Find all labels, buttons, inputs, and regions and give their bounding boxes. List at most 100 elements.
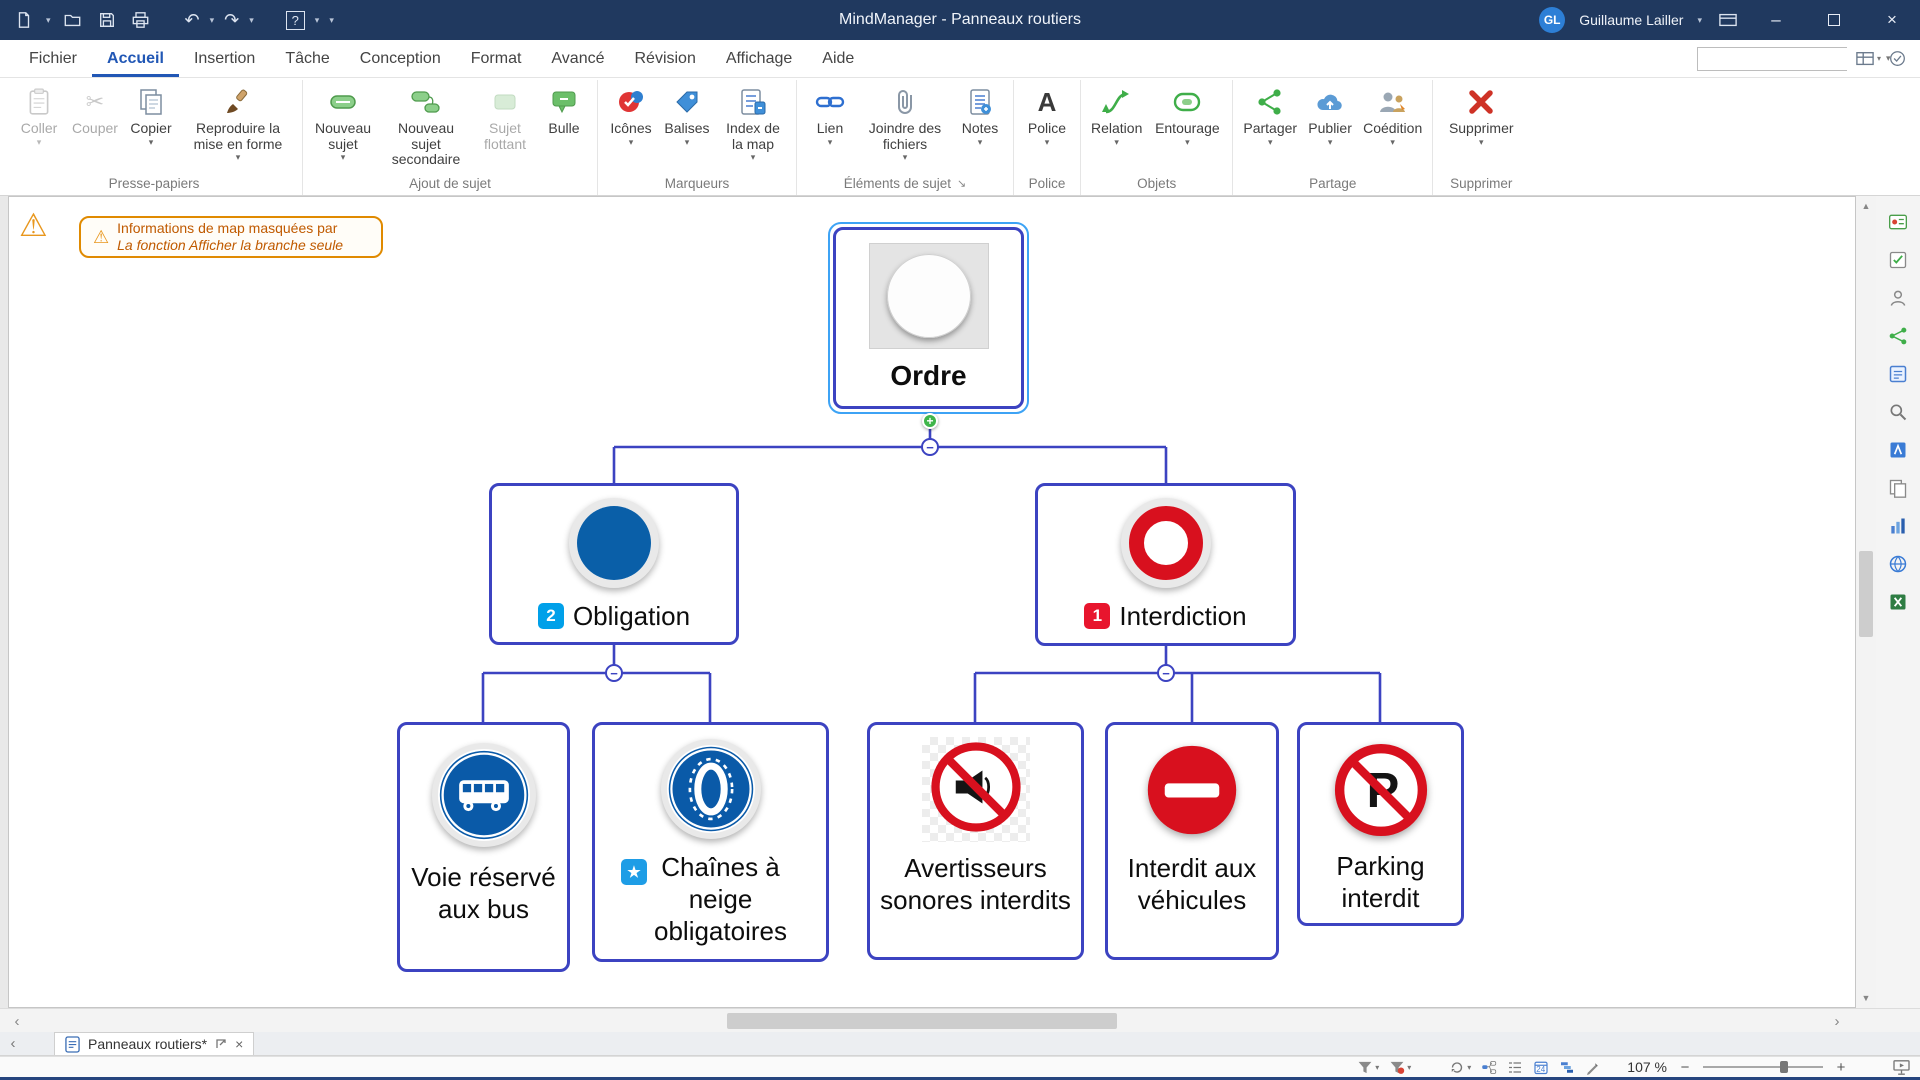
close-tab-icon[interactable]: ×: [235, 1036, 243, 1052]
map-view-icon[interactable]: [1481, 1060, 1497, 1075]
vertical-scroll-thumb[interactable]: [1859, 551, 1873, 637]
presentation-mode-icon[interactable]: [1893, 1060, 1910, 1075]
redo-icon[interactable]: ↷: [224, 11, 239, 29]
scroll-up-arrow[interactable]: ▲: [1856, 196, 1876, 216]
float-tab-icon[interactable]: [215, 1038, 227, 1050]
outline-view-icon[interactable]: [1507, 1060, 1523, 1075]
delete-button[interactable]: Supprimer ▾: [1438, 80, 1524, 173]
tab-aide[interactable]: Aide: [807, 40, 869, 77]
share-button[interactable]: Partager ▾: [1238, 80, 1302, 173]
topic-voie-bus[interactable]: Voie réservé aux bus: [397, 722, 570, 972]
zoom-out-button[interactable]: −: [1677, 1059, 1693, 1076]
new-topic-button[interactable]: Nouveau sujet ▾: [308, 80, 378, 173]
help-caret[interactable]: ▾: [315, 15, 320, 26]
scroll-down-arrow[interactable]: ▼: [1856, 988, 1876, 1008]
excel-export-icon[interactable]: [1885, 590, 1911, 614]
undo-icon[interactable]: ↶: [185, 11, 200, 29]
window-layout-icon[interactable]: ▾: [1855, 50, 1881, 68]
new-document-icon[interactable]: [12, 8, 36, 32]
priority-2-badge[interactable]: 2: [538, 603, 564, 629]
tab-accueil[interactable]: Accueil: [92, 40, 179, 77]
new-document-caret[interactable]: ▾: [46, 15, 51, 26]
dialog-launcher-icon[interactable]: ↘: [957, 177, 966, 190]
files-panel-icon[interactable]: [1885, 476, 1911, 500]
scroll-left-arrow[interactable]: ‹: [6, 1009, 28, 1033]
topic-interdiction[interactable]: 1 Interdiction: [1035, 483, 1296, 646]
link-button[interactable]: Lien ▾: [802, 80, 858, 173]
coediting-button[interactable]: Coédition ▾: [1358, 80, 1427, 173]
tab-avance[interactable]: Avancé: [536, 40, 619, 77]
icons-marker-button[interactable]: Icônes ▾: [603, 80, 659, 173]
tab-tache[interactable]: Tâche: [270, 40, 344, 77]
ribbon-display-options-icon[interactable]: [1716, 8, 1740, 32]
map-index-button[interactable]: Index de la map ▾: [715, 80, 791, 173]
tab-fichier[interactable]: Fichier: [14, 40, 92, 77]
topic-avertisseurs[interactable]: Avertisseurs sonores interdits: [867, 722, 1084, 960]
tab-scroll-left[interactable]: ‹: [0, 1035, 26, 1052]
power-filter-icon[interactable]: ▾: [1389, 1060, 1411, 1075]
horizontal-scrollbar[interactable]: ‹ ›: [0, 1008, 1920, 1032]
analytics-panel-icon[interactable]: [1885, 514, 1911, 538]
new-subtopic-button[interactable]: Nouveau sujet secondaire: [378, 80, 474, 173]
maximize-button[interactable]: [1812, 0, 1856, 40]
minimize-button[interactable]: –: [1754, 0, 1798, 40]
tab-conception[interactable]: Conception: [345, 40, 456, 77]
publish-button[interactable]: Publier ▾: [1302, 80, 1358, 173]
cut-button[interactable]: ✂ Couper: [67, 80, 123, 173]
slides-view-icon[interactable]: [1585, 1060, 1601, 1075]
user-name[interactable]: Guillaume Lailler: [1579, 12, 1683, 28]
topic-chaines[interactable]: ★ Chaînes à neige obligatoires: [592, 722, 829, 962]
scroll-right-arrow[interactable]: ›: [1826, 1009, 1848, 1033]
topic-ordre[interactable]: Ordre: [833, 227, 1024, 409]
attach-files-button[interactable]: Joindre des fichiers ▾: [858, 80, 952, 173]
add-subtopic-handle[interactable]: +: [922, 413, 938, 429]
font-button[interactable]: A Police ▾: [1019, 80, 1075, 173]
notes-button[interactable]: Notes ▾: [952, 80, 1008, 173]
resources-icon[interactable]: [1885, 286, 1911, 310]
undo-caret[interactable]: ▾: [210, 15, 215, 26]
tab-format[interactable]: Format: [456, 40, 537, 77]
relationship-button[interactable]: Relation ▾: [1086, 80, 1147, 173]
boundary-button[interactable]: Entourage ▾: [1147, 80, 1227, 173]
open-folder-icon[interactable]: [61, 8, 85, 32]
web-panel-icon[interactable]: [1885, 552, 1911, 576]
vertical-scrollbar[interactable]: ▲ ▼: [1856, 196, 1876, 1008]
task-info-icon[interactable]: [1885, 248, 1911, 272]
gantt-view-icon[interactable]: [1559, 1060, 1575, 1075]
user-menu-caret[interactable]: ▾: [1697, 15, 1702, 26]
close-button[interactable]: ×: [1870, 0, 1914, 40]
snippets-icon[interactable]: [1885, 362, 1911, 386]
collapse-toggle-root[interactable]: −: [921, 438, 939, 456]
map-warning-banner[interactable]: ⚠ Informations de map masquées par La fo…: [79, 216, 383, 258]
collapse-toggle-obligation[interactable]: −: [605, 664, 623, 682]
relations-icon[interactable]: [1885, 324, 1911, 348]
customize-toolbar-caret[interactable]: ▾: [329, 15, 334, 26]
horizontal-scroll-thumb[interactable]: [727, 1013, 1117, 1029]
tab-insertion[interactable]: Insertion: [179, 40, 270, 77]
copy-button[interactable]: Copier ▾: [123, 80, 179, 173]
paste-button[interactable]: Coller ▾: [11, 80, 67, 173]
navigator-panel-icon[interactable]: [1885, 438, 1911, 462]
user-avatar[interactable]: GL: [1539, 7, 1565, 33]
save-icon[interactable]: [95, 8, 119, 32]
map-canvas[interactable]: ⚠ ⚠ Informations de map masquées par La …: [8, 196, 1856, 1008]
document-tab-panneaux-routiers[interactable]: Panneaux routiers* ×: [54, 1032, 254, 1055]
map-parts-icon[interactable]: [1885, 210, 1911, 234]
sync-status-icon[interactable]: [1889, 50, 1906, 67]
callout-button[interactable]: Bulle: [536, 80, 592, 173]
priority-1-badge[interactable]: 1: [1084, 603, 1110, 629]
format-painter-button[interactable]: Reproduire la mise en forme ▾: [179, 80, 297, 173]
floating-topic-button[interactable]: Sujet flottant: [474, 80, 536, 173]
tab-revision[interactable]: Révision: [619, 40, 710, 77]
search-panel-icon[interactable]: [1885, 400, 1911, 424]
sync-view-icon[interactable]: ▾: [1449, 1060, 1471, 1075]
zoom-percentage[interactable]: 107 %: [1627, 1059, 1667, 1075]
print-icon[interactable]: [129, 8, 153, 32]
zoom-slider-thumb[interactable]: [1780, 1061, 1788, 1073]
tags-button[interactable]: Balises ▾: [659, 80, 715, 173]
collapse-toggle-interdiction[interactable]: −: [1157, 664, 1175, 682]
zoom-slider[interactable]: [1703, 1060, 1823, 1074]
topic-interdit-vehicules[interactable]: Interdit aux véhicules: [1105, 722, 1279, 960]
star-badge[interactable]: ★: [621, 859, 647, 885]
help-icon[interactable]: ?: [286, 11, 305, 30]
